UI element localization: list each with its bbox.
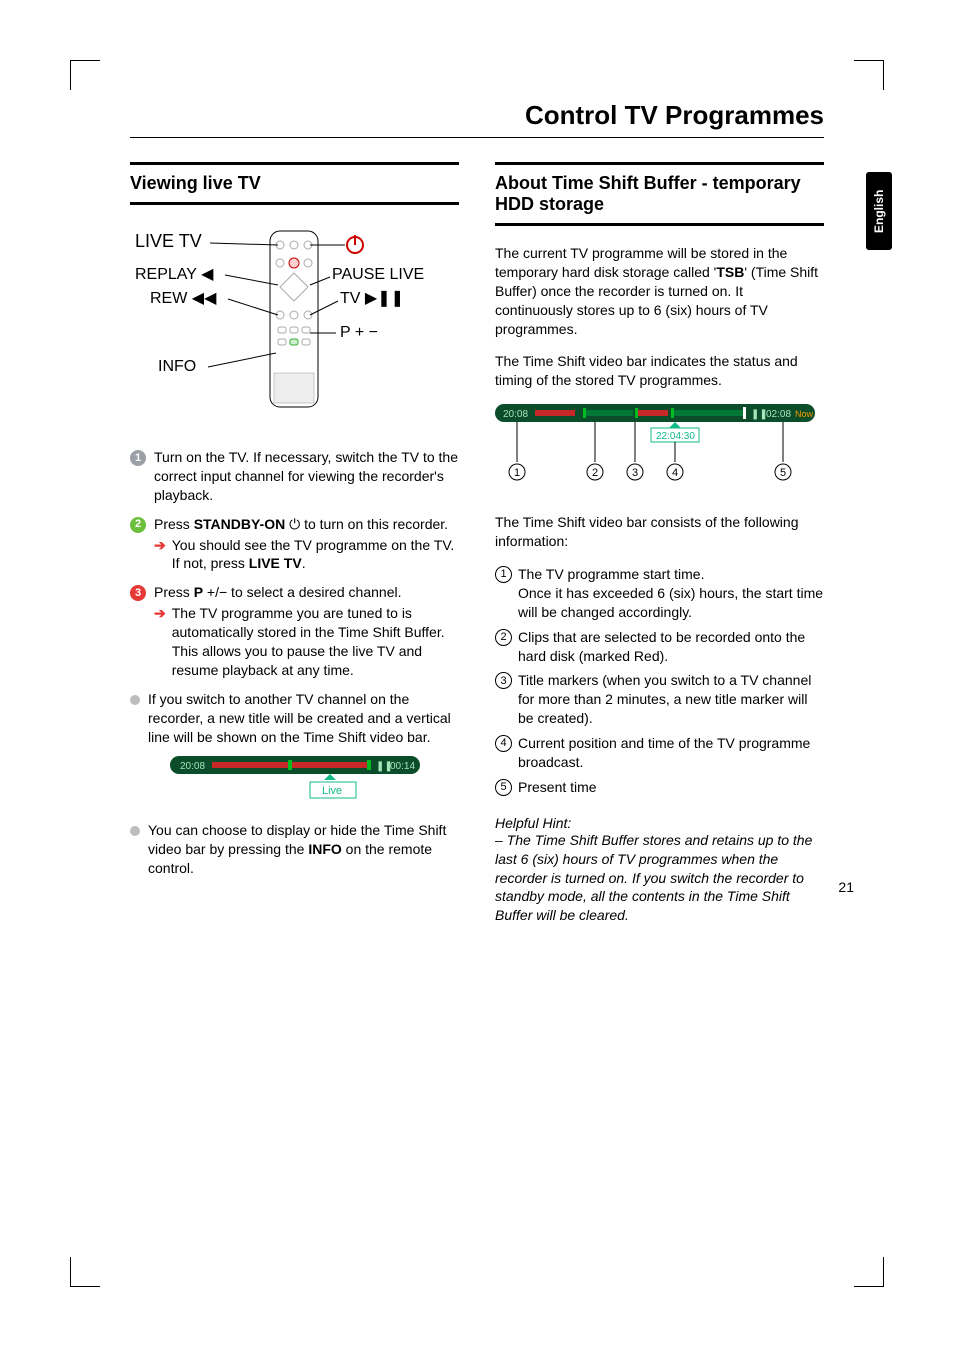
svg-text:5: 5: [780, 467, 786, 479]
t: Current position and time of the TV prog…: [518, 734, 824, 772]
label-pauselive: PAUSE LIVE: [332, 266, 424, 283]
title-rule: [130, 137, 824, 138]
step-2-text: Press STANDBY-ON ⏻ to turn on this recor…: [154, 515, 459, 574]
page-title: Control TV Programmes: [90, 100, 864, 131]
t: Title markers (when you switch to a TV c…: [518, 671, 824, 728]
item-1: 1 The TV programme start time. Once it ha…: [495, 565, 824, 622]
bullet-1: If you switch to another TV channel on t…: [130, 690, 459, 747]
page-number: 21: [838, 879, 854, 895]
left-column: Viewing live TV: [130, 162, 459, 925]
label-livetv: LIVE TV: [135, 231, 202, 251]
circle-4: 4: [495, 735, 512, 752]
circle-2: 2: [495, 629, 512, 646]
step-number-1: 1: [130, 450, 146, 466]
time-shift-bar-small: 20:08 ❚❚ 00:14 Live: [170, 756, 420, 807]
remote-diagram: LIVE TV REPLAY ◀ REW ◀◀ INFO PAUSE LIVE: [130, 223, 459, 428]
time-shift-bar-large: 20:08 ❚❚ 02:08 Now 22:04:30: [495, 404, 824, 499]
svg-text:00:14: 00:14: [390, 761, 415, 772]
svg-text:22:04:30: 22:04:30: [656, 431, 695, 442]
step-1: 1 Turn on the TV. If necessary, switch t…: [130, 448, 459, 505]
arrow-icon: ➔: [154, 536, 166, 574]
svg-text:Live: Live: [322, 785, 342, 797]
tsb-para-1: The current TV programme will be stored …: [495, 244, 824, 338]
t: The TV programme you are tuned to is aut…: [172, 604, 459, 680]
item-4: 4 Current position and time of the TV pro…: [495, 734, 824, 772]
step-3: 3 Press P +/− to select a desired channe…: [130, 583, 459, 679]
label-replay: REPLAY ◀: [135, 266, 214, 283]
svg-text:3: 3: [632, 467, 638, 479]
section-heading-viewing: Viewing live TV: [130, 162, 459, 205]
right-column: About Time Shift Buffer - temporary HDD …: [495, 162, 824, 925]
svg-text:02:08: 02:08: [766, 409, 791, 420]
tsb-para-2: The Time Shift video bar indicates the s…: [495, 352, 824, 390]
circle-5: 5: [495, 779, 512, 796]
power-icon: [347, 235, 363, 253]
svg-text:20:08: 20:08: [180, 761, 205, 772]
label-tv: TV ▶❚❚: [340, 290, 404, 307]
tsb-para-3: The Time Shift video bar consists of the…: [495, 513, 824, 551]
label-p: P + −: [340, 324, 378, 341]
svg-text:4: 4: [672, 467, 678, 479]
svg-text:20:08: 20:08: [503, 409, 528, 420]
crop-mark: [854, 1257, 884, 1287]
step-2: 2 Press STANDBY-ON ⏻ to turn on this rec…: [130, 515, 459, 574]
t: Present time: [518, 778, 597, 797]
t: The TV programme start time. Once it has…: [518, 565, 824, 622]
t: to turn on this recorder.: [300, 516, 448, 532]
svg-text:Now: Now: [795, 409, 814, 419]
svg-text:2: 2: [592, 467, 598, 479]
section-heading-tsb: About Time Shift Buffer - temporary HDD …: [495, 162, 824, 226]
hint-body: – The Time Shift Buffer stores and retai…: [495, 831, 824, 925]
power-icon: ⏻: [289, 516, 300, 532]
hint-heading: Helpful Hint:: [495, 815, 824, 831]
t: Clips that are selected to be recorded o…: [518, 628, 824, 666]
page: Control TV Programmes Viewing live TV: [0, 0, 954, 985]
bullet-1-text: If you switch to another TV channel on t…: [148, 690, 459, 747]
item-5: 5 Present time: [495, 778, 824, 797]
label-rew: REW ◀◀: [150, 290, 217, 307]
crop-mark: [70, 1257, 100, 1287]
bullet-2-text: You can choose to display or hide the Ti…: [148, 821, 459, 878]
bullet-icon: [130, 826, 140, 836]
step-number-3: 3: [130, 585, 146, 601]
label-info: INFO: [158, 358, 196, 375]
t: You should see the TV programme on the T…: [172, 536, 459, 574]
t: STANDBY-ON: [194, 516, 286, 532]
bullet-icon: [130, 695, 140, 705]
svg-text:1: 1: [514, 467, 520, 479]
t: Press: [154, 516, 194, 532]
circle-3: 3: [495, 672, 512, 689]
circle-1: 1: [495, 566, 512, 583]
arrow-icon: ➔: [154, 604, 166, 680]
item-2: 2 Clips that are selected to be recorded …: [495, 628, 824, 666]
columns: Viewing live TV: [90, 162, 864, 925]
item-3: 3 Title markers (when you switch to a TV …: [495, 671, 824, 728]
step-1-text: Turn on the TV. If necessary, switch the…: [154, 448, 459, 505]
step-number-2: 2: [130, 517, 146, 533]
bullet-2: You can choose to display or hide the Ti…: [130, 821, 459, 878]
step-3-text: Press P +/− to select a desired channel.…: [154, 583, 459, 679]
